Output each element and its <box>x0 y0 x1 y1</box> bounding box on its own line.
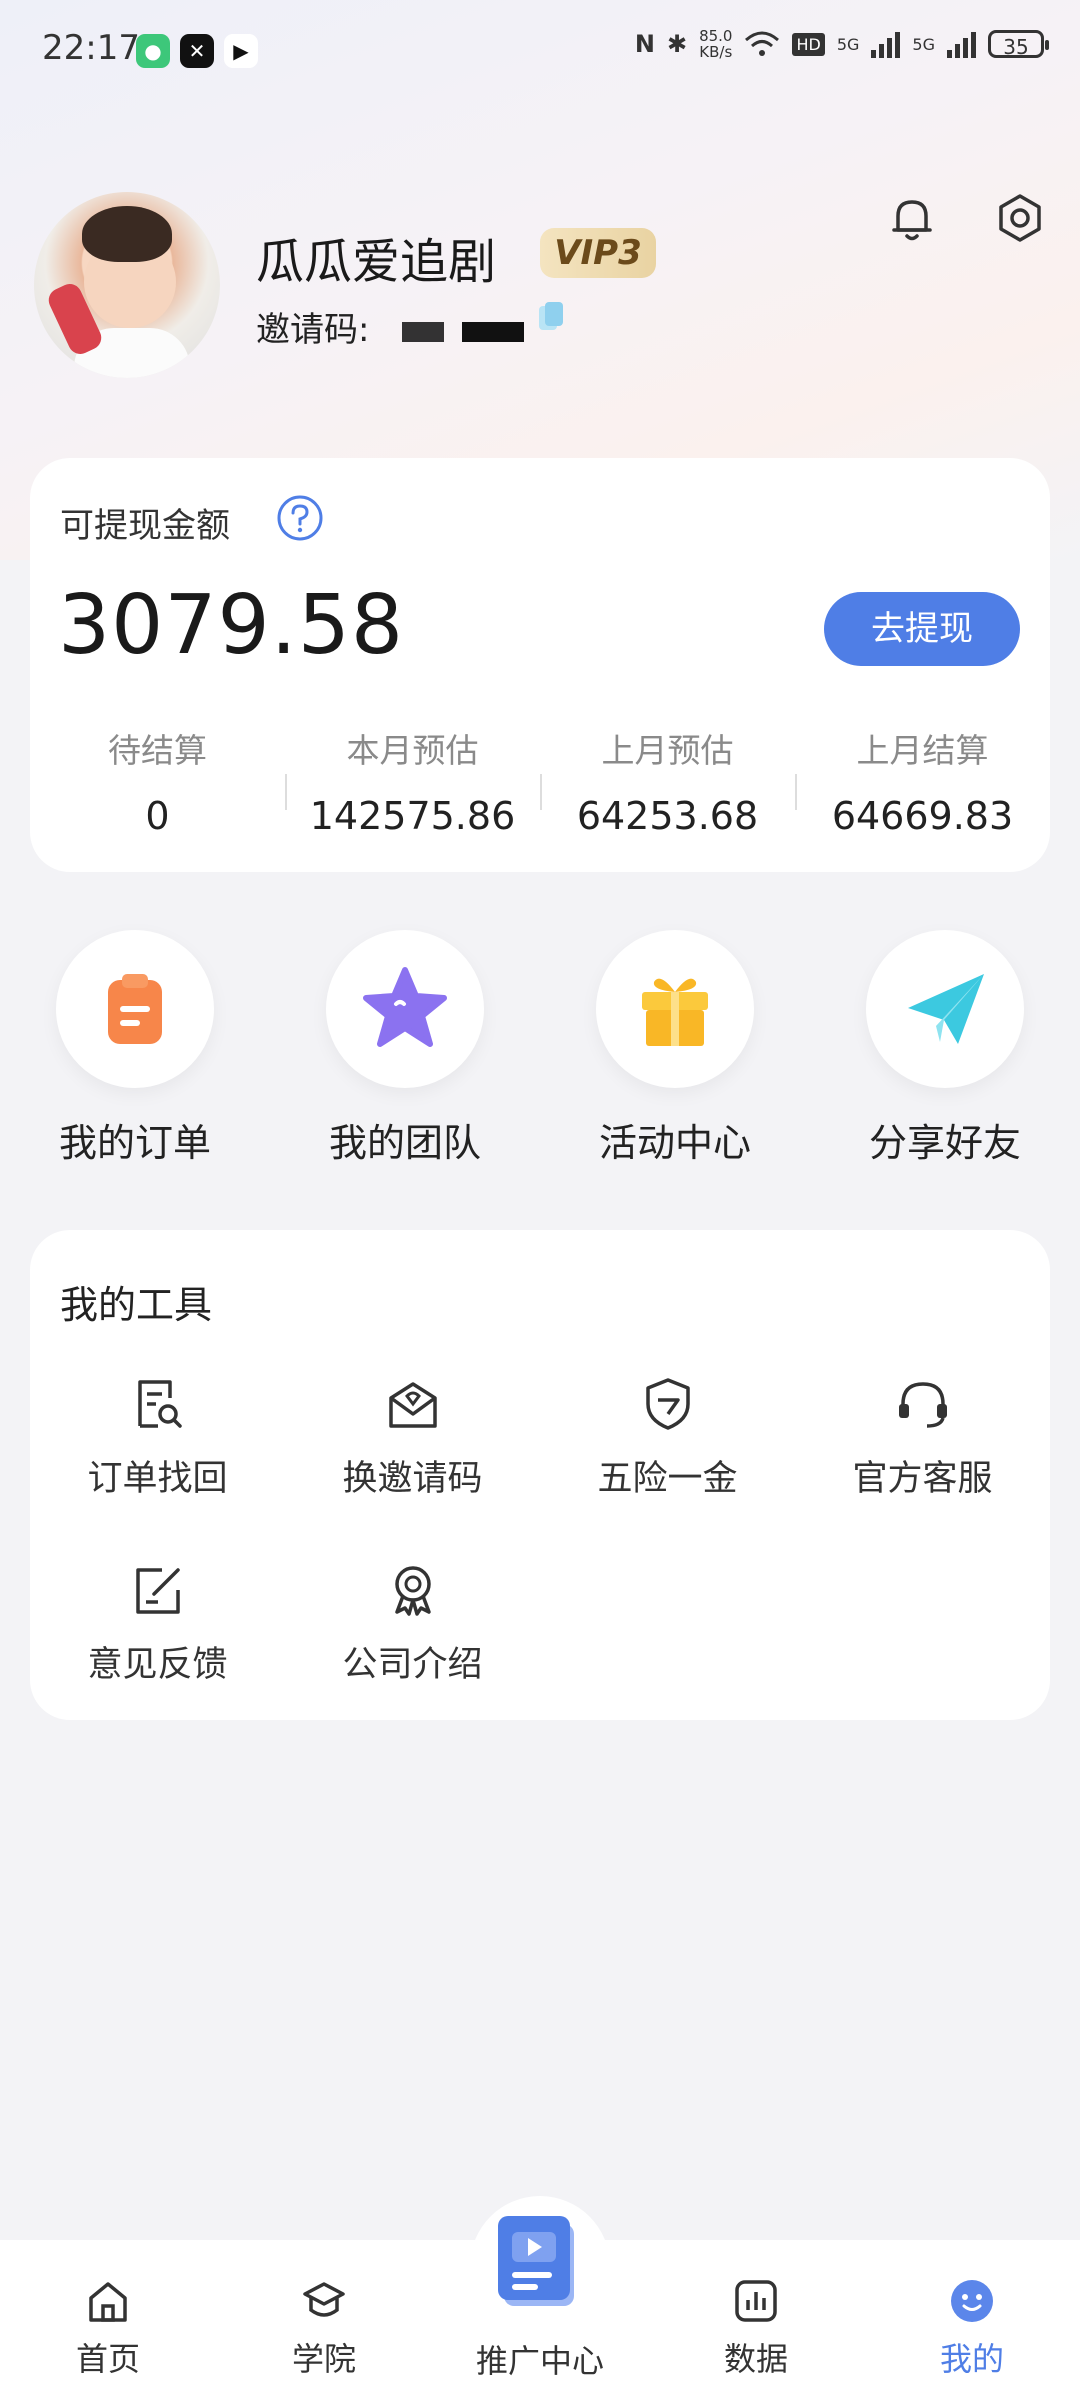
quick-icon-circle <box>866 930 1024 1088</box>
quick-activity-center[interactable]: 活动中心 <box>540 930 810 1167</box>
invite-code-redacted-2 <box>462 322 524 342</box>
nickname: 瓜瓜爱追剧 <box>256 234 497 290</box>
quick-label: 分享好友 <box>868 1121 1021 1165</box>
tab-promotion-center-label[interactable]: 推广中心 <box>432 2336 648 2382</box>
message-app-icon: ● <box>136 34 170 68</box>
tab-label: 数据 <box>723 2340 788 2378</box>
network-speed: 85.0 KB/s <box>699 28 732 60</box>
stat-label: 上月预估 <box>601 731 734 770</box>
tool-label: 订单找回 <box>87 1459 228 1499</box>
tool-label: 换邀请码 <box>342 1459 483 1499</box>
quick-my-team[interactable]: 我的团队 <box>270 930 540 1167</box>
tab-data[interactable]: 数据 <box>648 2240 864 2400</box>
tool-change-invite-code[interactable]: 换邀请码 <box>285 1374 540 1501</box>
stat-label: 待结算 <box>108 731 207 770</box>
balance-amount: 3079.58 <box>58 578 405 673</box>
network-speed-value: 85.0 <box>699 27 733 45</box>
quick-label: 我的团队 <box>328 1121 481 1165</box>
tab-label: 学院 <box>291 2340 356 2378</box>
tab-academy[interactable]: 学院 <box>216 2240 432 2400</box>
stat-last-month-settled[interactable]: 上月结算 64669.83 <box>795 720 1050 840</box>
hd-badge: HD <box>792 32 825 56</box>
quick-entries: 我的订单 我的团队 活动中心 分享好友 <box>0 930 1080 1170</box>
network-speed-unit: KB/s <box>699 43 733 61</box>
stat-value: 64253.68 <box>576 794 759 838</box>
tools-title: 我的工具 <box>60 1283 213 1327</box>
status-time: 22:17 <box>42 28 140 68</box>
stat-value: 0 <box>145 794 170 838</box>
balance-card: 可提现金额 3079.58 去提现 待结算 0 本月预估 142575.86 上… <box>30 458 1050 872</box>
award-icon <box>394 1566 431 1616</box>
quick-icon-circle <box>56 930 214 1088</box>
video-book-icon[interactable] <box>490 2210 590 2314</box>
vip-badge[interactable]: VIP3 <box>540 228 656 278</box>
tab-label: 首页 <box>75 2340 140 2378</box>
help-icon[interactable] <box>276 494 324 542</box>
stat-label: 本月预估 <box>346 731 479 770</box>
stat-last-month-estimate[interactable]: 上月预估 64253.68 <box>540 720 795 840</box>
earnings-stats: 待结算 0 本月预估 142575.86 上月预估 64253.68 上月结算 … <box>30 720 1050 840</box>
envelope-icon <box>388 1382 437 1428</box>
wifi-icon <box>745 31 780 56</box>
tools-card: 我的工具 订单找回 换邀请码 五险一金 官方客服 意见反馈 公司介绍 <box>30 1230 1050 1720</box>
capcut-app-icon: ✕ <box>180 34 214 68</box>
graduation-cap-icon <box>303 2282 345 2317</box>
edit-icon <box>135 1568 180 1614</box>
invite-code-redacted-1 <box>402 322 444 342</box>
tab-home[interactable]: 首页 <box>0 2240 216 2400</box>
gear-icon[interactable] <box>992 190 1048 246</box>
invite-code-label: 邀请码: <box>256 310 370 350</box>
notification-icons: ● ✕ ▶ <box>136 34 258 68</box>
signal-5g-label-1: 5G <box>836 34 860 54</box>
smiley-icon <box>951 2280 993 2322</box>
tool-insurance-fund[interactable]: 五险一金 <box>540 1374 795 1501</box>
home-icon <box>89 2282 127 2322</box>
paper-plane-icon <box>908 974 984 1044</box>
signal-5g-label-2: 5G <box>912 34 935 54</box>
tab-label: 我的 <box>939 2340 1004 2378</box>
copy-icon[interactable] <box>536 300 566 336</box>
quick-icon-circle <box>596 930 754 1088</box>
tab-mine[interactable]: 我的 <box>864 2240 1080 2400</box>
system-indicators: N ✱ 85.0 KB/s HD 5G 5G 35 <box>634 28 1049 60</box>
tool-company-intro[interactable]: 公司介绍 <box>285 1560 540 1687</box>
battery-indicator: 35 <box>988 30 1049 59</box>
nfc-icon: N <box>634 30 655 58</box>
star-icon <box>363 967 447 1047</box>
stat-this-month-estimate[interactable]: 本月预估 142575.86 <box>285 720 540 840</box>
tool-label: 公司介绍 <box>342 1645 483 1685</box>
tool-label: 意见反馈 <box>87 1645 228 1685</box>
bell-icon[interactable] <box>884 190 940 246</box>
quick-label: 活动中心 <box>598 1121 751 1165</box>
order-search-icon <box>137 1380 182 1428</box>
quick-icon-circle <box>326 930 484 1088</box>
bluetooth-icon: ✱ <box>666 30 688 58</box>
shield-icon <box>645 1378 690 1430</box>
headset-icon <box>898 1382 947 1428</box>
tool-customer-service[interactable]: 官方客服 <box>795 1374 1050 1501</box>
tool-order-recovery[interactable]: 订单找回 <box>30 1374 285 1501</box>
tool-label: 五险一金 <box>597 1459 738 1499</box>
stat-value: 64669.83 <box>831 794 1014 838</box>
signal-bars-1 <box>871 30 901 58</box>
bar-chart-icon <box>735 2280 777 2322</box>
quick-share-friends[interactable]: 分享好友 <box>810 930 1080 1167</box>
gift-icon <box>642 978 708 1046</box>
status-bar: 22:17 ● ✕ ▶ N ✱ 85.0 KB/s HD 5G 5G 35 <box>0 0 1080 100</box>
stat-value: 142575.86 <box>309 794 516 838</box>
avatar[interactable] <box>34 192 220 378</box>
clipboard-icon <box>108 974 162 1044</box>
signal-bars-2 <box>947 30 976 58</box>
avatar-hair <box>82 206 172 262</box>
stat-label: 上月结算 <box>856 731 989 770</box>
quick-my-orders[interactable]: 我的订单 <box>0 930 270 1167</box>
tool-label: 官方客服 <box>852 1459 993 1499</box>
withdraw-button[interactable]: 去提现 <box>824 592 1020 666</box>
stat-pending[interactable]: 待结算 0 <box>30 720 285 840</box>
balance-title: 可提现金额 <box>60 506 230 546</box>
play-app-icon: ▶ <box>224 34 258 68</box>
quick-label: 我的订单 <box>58 1121 211 1165</box>
tool-feedback[interactable]: 意见反馈 <box>30 1560 285 1687</box>
